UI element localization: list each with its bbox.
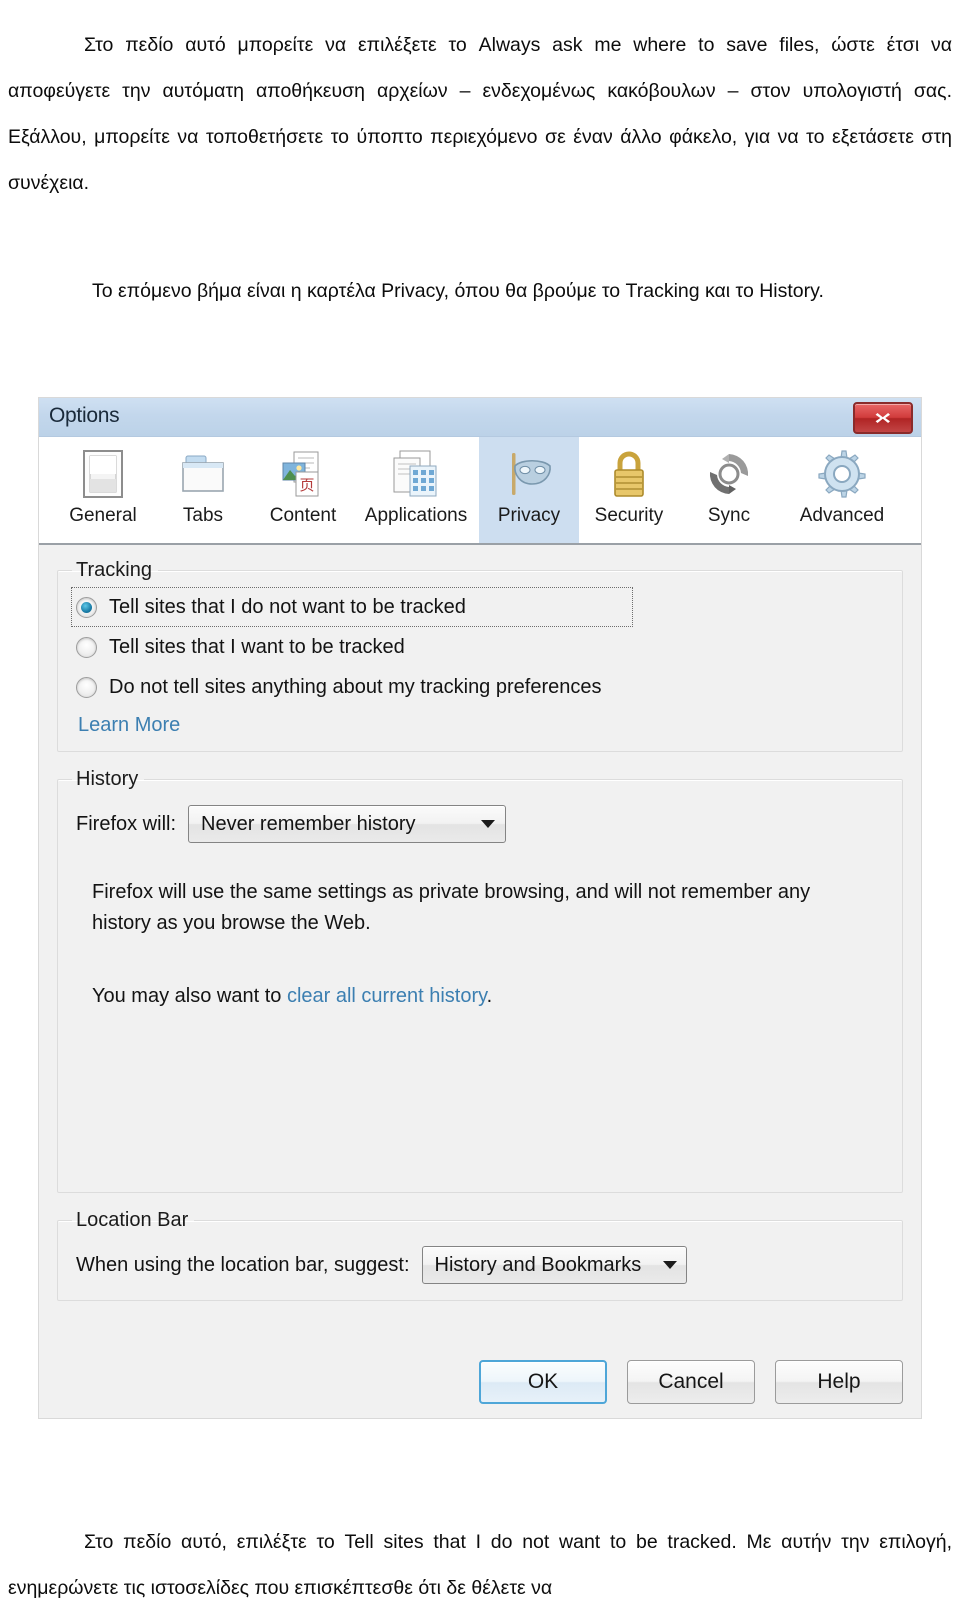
radio-do-not-track-label: Tell sites that I do not want to be trac… xyxy=(109,595,466,618)
close-x-icon xyxy=(874,410,892,426)
tab-advanced-label: Advanced xyxy=(799,505,885,526)
tab-sync-label: Sync xyxy=(707,505,751,526)
radio-allow-track[interactable] xyxy=(76,636,97,658)
history-spacer xyxy=(72,1012,888,1180)
applications-icon xyxy=(390,445,442,503)
firefox-will-row: Firefox will: Never remember history xyxy=(76,805,888,843)
tab-general-label: General xyxy=(69,505,137,526)
history-groupbox: History Firefox will: Never remember his… xyxy=(57,768,903,1193)
tab-privacy-label: Privacy xyxy=(497,505,561,526)
svg-text:页: 页 xyxy=(299,476,314,494)
paragraph-bottom: Στο πεδίο αυτό, επιλέξτε το Tell sites t… xyxy=(8,1530,952,1599)
mask-icon xyxy=(503,445,555,503)
radio-no-preference-label: Do not tell sites anything about my trac… xyxy=(109,675,602,698)
tab-strip: General Tabs 页 Content Applications Priv… xyxy=(39,437,921,545)
radio-allow-track-label: Tell sites that I want to be tracked xyxy=(109,635,405,658)
radio-do-not-track[interactable] xyxy=(76,596,97,618)
tracking-groupbox: Tracking Tell sites that I do not want t… xyxy=(57,559,903,752)
folder-tabs-icon xyxy=(179,445,227,503)
radio-no-preference[interactable] xyxy=(76,676,97,698)
tab-sync[interactable]: Sync xyxy=(679,437,779,543)
tab-security[interactable]: Security xyxy=(579,437,679,543)
radio-row-allow-track[interactable]: Tell sites that I want to be tracked xyxy=(72,628,888,666)
tab-tabs-label: Tabs xyxy=(182,505,224,526)
sync-arrows-icon xyxy=(703,445,755,503)
tab-content[interactable]: 页 Content xyxy=(253,437,353,543)
clear-all-current-history-link[interactable]: clear all current history xyxy=(287,985,487,1007)
learn-more-link[interactable]: Learn More xyxy=(78,714,180,737)
history-mode-value: Never remember history xyxy=(201,812,416,835)
history-description: Firefox will use the same settings as pr… xyxy=(92,881,811,934)
tab-tabs[interactable]: Tabs xyxy=(153,437,253,543)
content-page-icon: 页 xyxy=(278,445,328,503)
tab-applications-label: Applications xyxy=(364,505,468,526)
paragraph-middle: Το επόμενο βήμα είναι η καρτέλα Privacy,… xyxy=(92,279,824,302)
window-icon xyxy=(81,445,125,503)
tab-applications[interactable]: Applications xyxy=(353,437,479,543)
tab-security-label: Security xyxy=(594,505,664,526)
radio-row-no-preference[interactable]: Do not tell sites anything about my trac… xyxy=(72,668,888,706)
location-bar-suggest-dropdown[interactable]: History and Bookmarks xyxy=(421,1246,687,1284)
paragraph-top: Στο πεδίο αυτό μπορείτε να επιλέξετε το … xyxy=(8,33,952,194)
radio-row-do-not-track[interactable]: Tell sites that I do not want to be trac… xyxy=(71,587,633,627)
tab-advanced[interactable]: Advanced xyxy=(779,437,905,543)
cancel-button[interactable]: Cancel xyxy=(627,1360,755,1404)
location-bar-groupbox: Location Bar When using the location bar… xyxy=(57,1209,903,1301)
history-note-suffix: . xyxy=(486,985,493,1007)
firefox-will-label: Firefox will: xyxy=(76,812,177,835)
tab-privacy[interactable]: Privacy xyxy=(479,437,579,543)
history-mode-dropdown[interactable]: Never remember history xyxy=(188,805,507,843)
dialog-title: Options xyxy=(49,404,120,427)
history-note-prefix: You may also want to xyxy=(92,985,287,1007)
tab-content-label: Content xyxy=(269,505,337,526)
privacy-panel: Tracking Tell sites that I do not want t… xyxy=(39,545,921,1417)
location-bar-row: When using the location bar, suggest: Hi… xyxy=(76,1246,888,1284)
close-button[interactable] xyxy=(853,402,913,434)
dialog-titlebar: Options xyxy=(39,398,921,437)
help-button[interactable]: Help xyxy=(775,1360,903,1404)
chevron-down-icon xyxy=(663,1261,678,1269)
history-note: You may also want to clear all current h… xyxy=(92,981,852,1012)
dialog-button-bar: OK Cancel Help xyxy=(479,1360,903,1404)
tab-general[interactable]: General xyxy=(53,437,153,543)
gear-icon xyxy=(816,445,868,503)
options-dialog: Options General Tabs 页 Content Applicati… xyxy=(38,397,922,1419)
location-bar-suggest-value: History and Bookmarks xyxy=(434,1253,642,1276)
history-description-block: Firefox will use the same settings as pr… xyxy=(92,877,888,1012)
padlock-icon xyxy=(607,445,651,503)
tracking-legend: Tracking xyxy=(76,559,152,581)
ok-button[interactable]: OK xyxy=(479,1360,607,1404)
location-bar-legend: Location Bar xyxy=(76,1209,189,1231)
history-legend: History xyxy=(76,768,139,790)
chevron-down-icon xyxy=(481,820,496,828)
location-bar-label: When using the location bar, suggest: xyxy=(76,1253,410,1276)
